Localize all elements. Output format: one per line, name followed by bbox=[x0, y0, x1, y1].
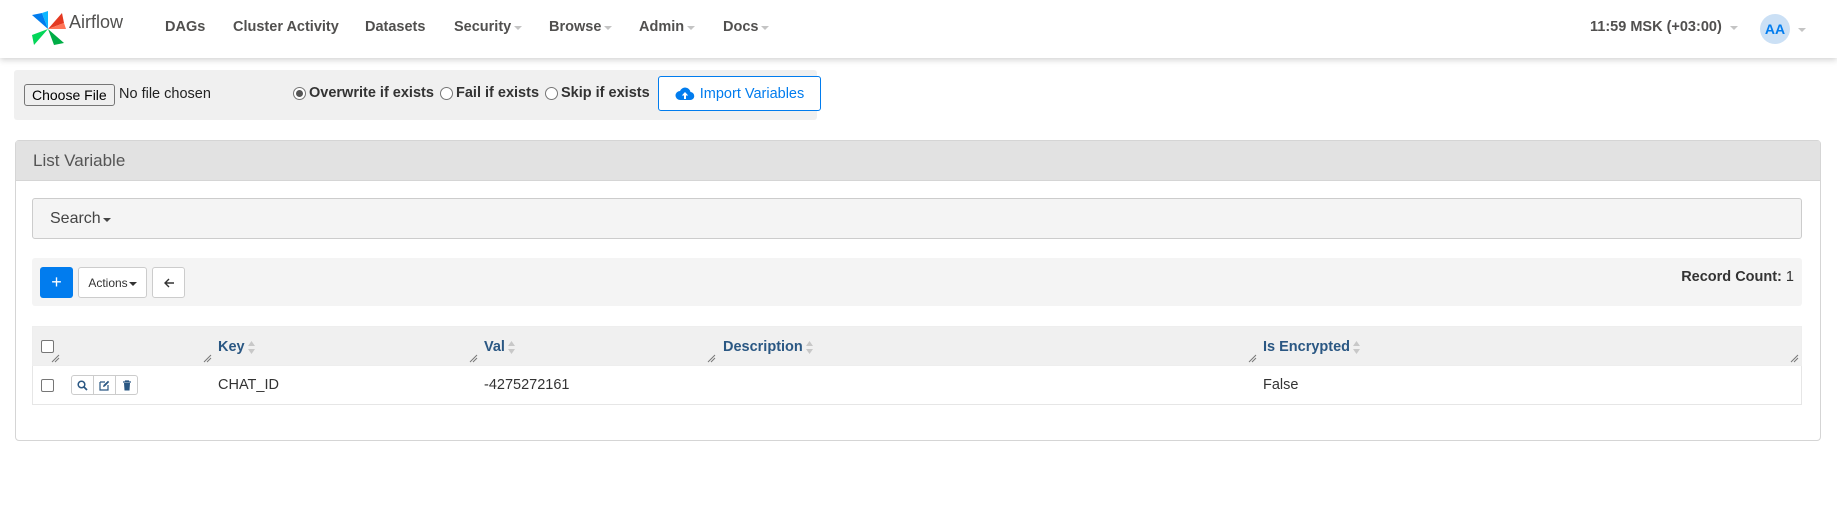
column-header-description[interactable]: Description bbox=[723, 327, 813, 367]
show-record-button[interactable] bbox=[71, 375, 94, 395]
row-checkbox[interactable] bbox=[41, 378, 54, 392]
chevron-down-icon bbox=[514, 26, 523, 30]
resize-handle-icon[interactable] bbox=[1790, 354, 1799, 363]
radio-skip-if-exists[interactable]: Skip if exists bbox=[545, 85, 650, 101]
cell-val: -4275272161 bbox=[484, 377, 570, 393]
top-navbar: Airflow DAGs Cluster Activity Datasets S… bbox=[0, 0, 1837, 58]
chevron-down-icon bbox=[102, 217, 111, 222]
column-header-val[interactable]: Val bbox=[484, 327, 515, 367]
nav-cluster-activity[interactable]: Cluster Activity bbox=[233, 19, 339, 35]
nav-security[interactable]: Security bbox=[454, 19, 523, 35]
select-all-checkbox[interactable] bbox=[41, 339, 54, 353]
variables-table: Key Val Description Is Encrypted CHAT_ID… bbox=[32, 326, 1802, 405]
choose-file-button[interactable]: Choose File bbox=[24, 84, 115, 106]
sort-icon bbox=[507, 340, 515, 354]
list-variable-panel: List Variable Search + Actions Record Co… bbox=[15, 140, 1821, 441]
nav-datasets[interactable]: Datasets bbox=[365, 19, 425, 35]
airflow-logo-icon bbox=[32, 11, 66, 45]
file-status-text: No file chosen bbox=[119, 86, 211, 102]
panel-title: List Variable bbox=[16, 141, 1820, 181]
column-header-key[interactable]: Key bbox=[218, 327, 255, 367]
current-time: 11:59 MSK (+03:00) bbox=[1590, 19, 1722, 35]
cell-key: CHAT_ID bbox=[218, 377, 279, 393]
sort-icon bbox=[1353, 340, 1361, 354]
row-actions bbox=[71, 375, 138, 395]
sort-icon bbox=[247, 340, 255, 354]
back-button[interactable] bbox=[152, 267, 185, 298]
radio-button[interactable] bbox=[440, 86, 453, 100]
radio-button[interactable] bbox=[293, 86, 306, 100]
record-count: Record Count: 1 bbox=[1681, 269, 1794, 285]
resize-handle-icon[interactable] bbox=[51, 354, 60, 363]
brand-name: Airflow bbox=[69, 11, 124, 32]
delete-record-button[interactable] bbox=[115, 375, 138, 395]
chevron-down-icon bbox=[604, 26, 613, 30]
avatar: AA bbox=[1760, 14, 1790, 44]
radio-fail-if-exists[interactable]: Fail if exists bbox=[440, 85, 539, 101]
import-variables-form: Choose File No file chosen Overwrite if … bbox=[14, 70, 821, 120]
radio-button[interactable] bbox=[545, 86, 558, 100]
chevron-down-icon bbox=[761, 26, 770, 30]
chevron-down-icon bbox=[687, 26, 696, 30]
nav-browse[interactable]: Browse bbox=[549, 19, 613, 35]
cloud-upload-icon bbox=[675, 87, 695, 100]
cell-is-encrypted: False bbox=[1263, 377, 1299, 393]
actions-dropdown-button[interactable]: Actions bbox=[78, 267, 147, 298]
nav-dags[interactable]: DAGs bbox=[165, 19, 205, 35]
edit-record-button[interactable] bbox=[93, 375, 116, 395]
import-variables-button[interactable]: Import Variables bbox=[658, 76, 821, 111]
radio-overwrite-if-exists[interactable]: Overwrite if exists bbox=[293, 85, 434, 101]
resize-handle-icon[interactable] bbox=[707, 354, 716, 363]
sort-icon bbox=[805, 340, 813, 354]
chevron-down-icon bbox=[1729, 26, 1738, 30]
table-header: Key Val Description Is Encrypted bbox=[32, 326, 1802, 366]
resize-handle-icon[interactable] bbox=[1248, 354, 1257, 363]
search-icon bbox=[77, 379, 88, 391]
user-menu[interactable]: AA bbox=[1760, 14, 1806, 44]
column-header-is-encrypted[interactable]: Is Encrypted bbox=[1263, 327, 1361, 367]
nav-docs[interactable]: Docs bbox=[723, 19, 770, 35]
nav-admin[interactable]: Admin bbox=[639, 19, 696, 35]
chevron-down-icon bbox=[128, 281, 137, 286]
row-select-cell bbox=[41, 366, 54, 404]
arrow-left-icon bbox=[163, 278, 174, 287]
trash-icon bbox=[122, 379, 131, 390]
add-record-button[interactable]: + bbox=[40, 267, 73, 298]
edit-icon bbox=[99, 380, 110, 391]
timezone-selector[interactable]: 11:59 MSK (+03:00) bbox=[1590, 19, 1738, 35]
brand-home-link[interactable]: Airflow bbox=[28, 5, 123, 53]
search-dropdown[interactable]: Search bbox=[32, 198, 1802, 239]
chevron-down-icon bbox=[1798, 28, 1806, 32]
record-count-value: 1 bbox=[1785, 269, 1794, 285]
resize-handle-icon[interactable] bbox=[469, 354, 478, 363]
list-toolbar: + Actions Record Count: 1 bbox=[32, 258, 1802, 306]
resize-handle-icon[interactable] bbox=[203, 354, 212, 363]
table-row: CHAT_ID -4275272161 False bbox=[32, 366, 1802, 405]
